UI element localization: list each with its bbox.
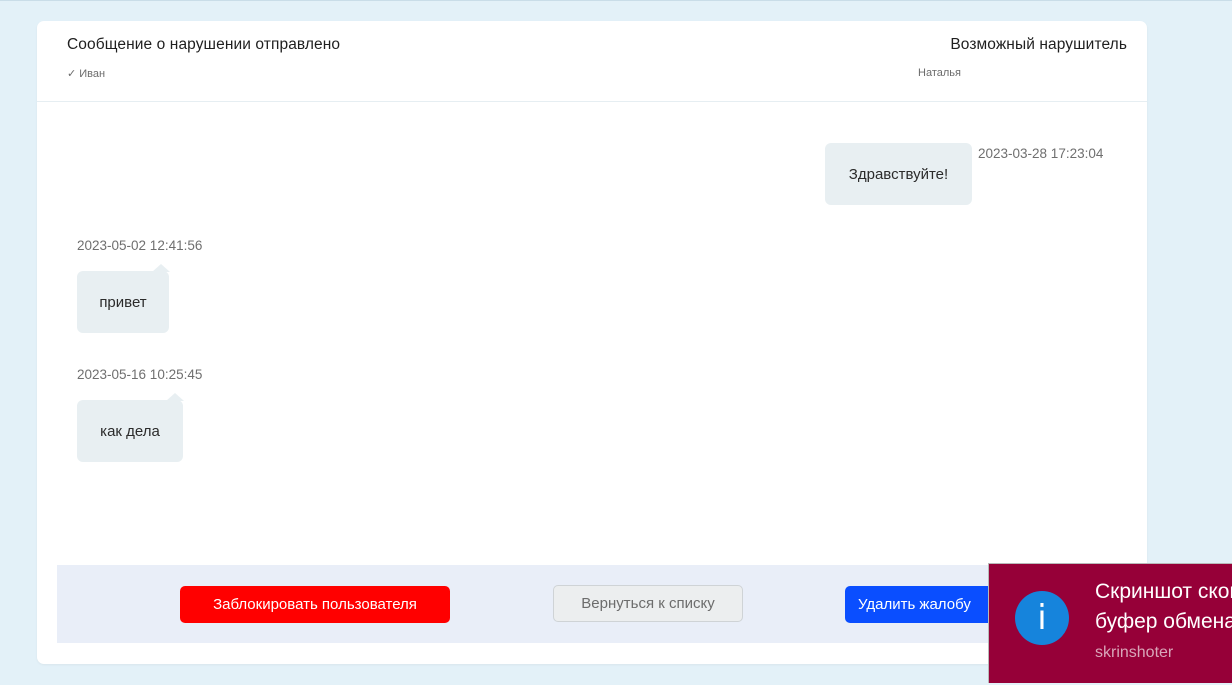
violator-title: Возможный нарушитель — [950, 36, 1127, 53]
violator-name: Наталья — [918, 67, 961, 79]
back-to-list-button[interactable]: Вернуться к списку — [553, 585, 743, 622]
report-status-title: Сообщение о нарушении отправлено — [67, 36, 341, 53]
notification-source: skrinshoter — [1095, 644, 1174, 661]
block-user-button[interactable]: Заблокировать пользователя — [180, 586, 450, 623]
message-timestamp: 2023-05-16 10:25:45 — [77, 367, 203, 382]
message-timestamp: 2023-03-28 17:23:04 — [978, 146, 1104, 161]
message-bubble-incoming: как дела — [77, 393, 184, 462]
reporter-name: ✓ Иван — [67, 68, 106, 80]
action-bar: Заблокировать пользователя Вернуться к с… — [57, 565, 1147, 643]
message-bubble-outgoing: Здравствуйте! — [825, 143, 972, 205]
message-bubble-incoming: привет — [77, 264, 170, 333]
message-text: Здравствуйте! — [848, 165, 949, 183]
message-text: привет — [99, 293, 147, 311]
top-divider — [0, 0, 1232, 1]
info-icon: i — [1015, 591, 1069, 645]
notification-title: Скриншот скопирован в буфер обмена — [1095, 580, 1232, 633]
message-timestamp: 2023-05-02 12:41:56 — [77, 238, 203, 253]
complaint-header: Сообщение о нарушении отправлено ✓ Иван … — [37, 21, 1147, 102]
complaint-card: Сообщение о нарушении отправлено ✓ Иван … — [37, 21, 1147, 664]
screenshot-notification[interactable]: i Скриншот скопирован в буфер обмена skr… — [988, 563, 1232, 683]
message-text: как дела — [100, 422, 160, 440]
